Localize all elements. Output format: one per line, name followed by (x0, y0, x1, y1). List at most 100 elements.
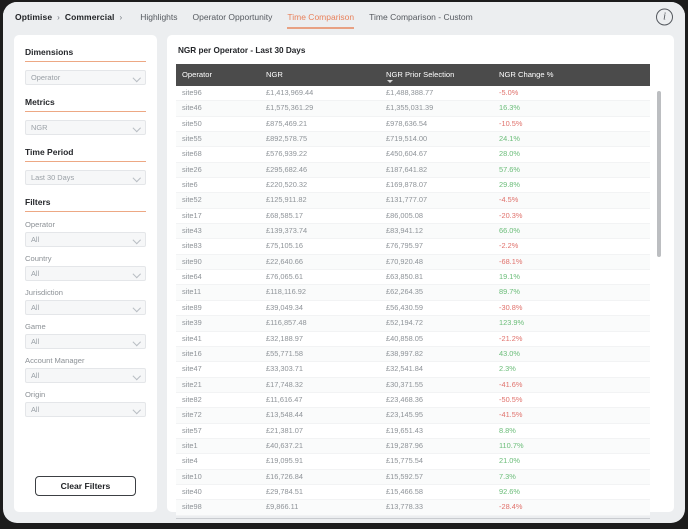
ngr-per-operator-table: Operator NGR NGR Prior Selection NGR Cha… (176, 64, 650, 516)
column-header-ngr[interactable]: NGR (260, 64, 380, 86)
cell-ngr-change: -20.3% (493, 208, 650, 225)
filter-select-country[interactable]: All (25, 266, 146, 281)
cell-ngr-prior: £76,795.97 (380, 238, 493, 255)
cell-ngr-prior: £13,778.33 (380, 499, 493, 516)
table-row[interactable]: site40 £29,784.51 £15,466.58 92.6% (176, 484, 650, 501)
table-header: Operator NGR NGR Prior Selection NGR Cha… (176, 64, 650, 86)
filter-select-operator[interactable]: All (25, 232, 146, 247)
time-period-select[interactable]: Last 30 Days (25, 170, 146, 185)
tab-time-comparison-custom[interactable]: Time Comparison - Custom (369, 12, 473, 23)
cell-ngr-prior: £23,468.36 (380, 392, 493, 409)
table-row[interactable]: site90 £22,640.66 £70,920.48 -68.1% (176, 254, 650, 271)
filter-label-origin: Origin (25, 390, 46, 399)
cell-ngr-prior: £38,997.82 (380, 346, 493, 363)
table-row[interactable]: site83 £75,105.16 £76,795.97 -2.2% (176, 238, 650, 255)
section-title-metrics: Metrics (25, 97, 146, 112)
cell-ngr: £21,381.07 (260, 423, 380, 439)
filter-select-game[interactable]: All (25, 334, 146, 349)
table-row[interactable]: site6 £220,520.32 £169,878.07 29.8% (176, 177, 650, 194)
chevron-down-icon (134, 237, 140, 243)
filter-select-origin[interactable]: All (25, 402, 146, 417)
table-row[interactable]: site26 £295,682.46 £187,641.82 57.6% (176, 162, 650, 179)
cell-ngr: £116,857.48 (260, 315, 380, 332)
app-window: Optimise › Commercial › Highlights Opera… (3, 2, 685, 523)
info-icon[interactable]: i (656, 8, 673, 26)
table-row[interactable]: site47 £33,303.71 £32,541.84 2.3% (176, 361, 650, 378)
tab-highlights[interactable]: Highlights (140, 12, 177, 23)
table-row[interactable]: site96 £1,413,969.44 £1,488,388.77 -5.0% (176, 86, 650, 102)
cell-ngr-change: -5.0% (493, 86, 650, 102)
filter-select-jurisdiction[interactable]: All (25, 300, 146, 315)
metric-field: NGR (25, 120, 146, 135)
table-row[interactable]: site41 £32,188.97 £40,858.05 -21.2% (176, 331, 650, 347)
breadcrumb-separator-icon: › (57, 12, 60, 22)
cell-ngr: £40,637.21 (260, 438, 380, 455)
nav-tabs: Highlights Operator Opportunity Time Com… (140, 12, 473, 29)
scrollbar-thumb[interactable] (657, 91, 661, 257)
table-row[interactable]: site68 £576,939.22 £450,604.67 28.0% (176, 146, 650, 163)
filter-operator: Operator All (25, 220, 146, 247)
table-row[interactable]: site64 £76,065.61 £63,850.81 19.1% (176, 269, 650, 286)
table-row[interactable]: site1 £40,637.21 £19,287.96 110.7% (176, 438, 650, 455)
dimension-select-value: Operator (31, 73, 61, 82)
cell-operator: site98 (176, 499, 260, 516)
cell-ngr-prior: £70,920.48 (380, 254, 493, 271)
cell-operator: site55 (176, 131, 260, 148)
table-row[interactable]: site57 £21,381.07 £19,651.43 8.8% (176, 423, 650, 439)
cell-ngr-prior: £52,194.72 (380, 315, 493, 332)
table-row[interactable]: site98 £9,866.11 £13,778.33 -28.4% (176, 499, 650, 516)
clear-filters-button[interactable]: Clear Filters (35, 476, 136, 496)
cell-operator: site90 (176, 254, 260, 271)
table-row[interactable]: site39 £116,857.48 £52,194.72 123.9% (176, 315, 650, 332)
table-row[interactable]: site21 £17,748.32 £30,371.55 -41.6% (176, 377, 650, 393)
table-row[interactable]: site55 £892,578.75 £719,514.00 24.1% (176, 131, 650, 148)
cell-ngr-change: -41.5% (493, 407, 650, 424)
cell-ngr-prior: £19,651.43 (380, 423, 493, 439)
table-row[interactable]: site89 £39,049.34 £56,430.59 -30.8% (176, 300, 650, 317)
breadcrumb-item-commercial[interactable]: Commercial (65, 12, 115, 22)
table-row[interactable]: site82 £11,616.47 £23,468.36 -50.5% (176, 392, 650, 409)
cell-ngr: £875,469.21 (260, 116, 380, 133)
cell-operator: site47 (176, 361, 260, 378)
cell-operator: site82 (176, 392, 260, 409)
cell-ngr-change: 19.1% (493, 269, 650, 286)
cell-ngr: £76,065.61 (260, 269, 380, 286)
cell-ngr: £118,116.92 (260, 284, 380, 301)
cell-ngr-prior: £83,941.12 (380, 223, 493, 240)
cell-ngr: £220,520.32 (260, 177, 380, 194)
cell-ngr-prior: £63,850.81 (380, 269, 493, 286)
breadcrumb-item-optimise[interactable]: Optimise (15, 12, 52, 22)
vertical-scrollbar[interactable] (654, 64, 664, 502)
table-row[interactable]: site11 £118,116.92 £62,264.35 89.7% (176, 284, 650, 301)
filter-label-jurisdiction: Jurisdiction (25, 288, 63, 297)
table-row[interactable]: site72 £13,548.44 £23,145.95 -41.5% (176, 407, 650, 424)
tab-time-comparison[interactable]: Time Comparison (287, 12, 354, 29)
table-row[interactable]: site52 £125,911.82 £131,777.07 -4.5% (176, 192, 650, 209)
table-row[interactable]: site17 £68,585.17 £86,005.08 -20.3% (176, 208, 650, 225)
breadcrumb-separator-icon-2: › (119, 12, 123, 22)
table-row[interactable]: site10 £16,726.84 £15,592.57 7.3% (176, 469, 650, 485)
table-row[interactable]: site16 £55,771.58 £38,997.82 43.0% (176, 346, 650, 363)
tab-operator-opportunity[interactable]: Operator Opportunity (193, 12, 273, 23)
chevron-down-icon (134, 175, 140, 181)
column-header-ngr-change-pct[interactable]: NGR Change % (493, 64, 650, 86)
column-header-ngr-prior-selection[interactable]: NGR Prior Selection (380, 64, 493, 86)
table-row[interactable]: site43 £139,373.74 £83,941.12 66.0% (176, 223, 650, 240)
table-row[interactable]: site50 £875,469.21 £978,636.54 -10.5% (176, 116, 650, 133)
table-row[interactable]: site4 £19,095.91 £15,775.54 21.0% (176, 453, 650, 470)
cell-operator: site6 (176, 177, 260, 194)
cell-ngr: £892,578.75 (260, 131, 380, 148)
filter-select-account-manager[interactable]: All (25, 368, 146, 383)
filter-game: Game All (25, 322, 146, 349)
cell-ngr-change: 57.6% (493, 162, 650, 179)
cell-ngr-change: 110.7% (493, 438, 650, 455)
column-header-operator[interactable]: Operator (176, 64, 260, 86)
metric-select[interactable]: NGR (25, 120, 146, 135)
cell-operator: site41 (176, 331, 260, 347)
table-total-row: Total £7,103,932.24 £6,448,954.40 10.2% (176, 517, 650, 523)
cell-ngr-change: 123.9% (493, 315, 650, 332)
top-navigation-bar: Optimise › Commercial › Highlights Opera… (3, 2, 685, 32)
dimension-select[interactable]: Operator (25, 70, 146, 85)
table-row[interactable]: site46 £1,575,361.29 £1,355,031.39 16.3% (176, 100, 650, 117)
cell-ngr: £33,303.71 (260, 361, 380, 378)
